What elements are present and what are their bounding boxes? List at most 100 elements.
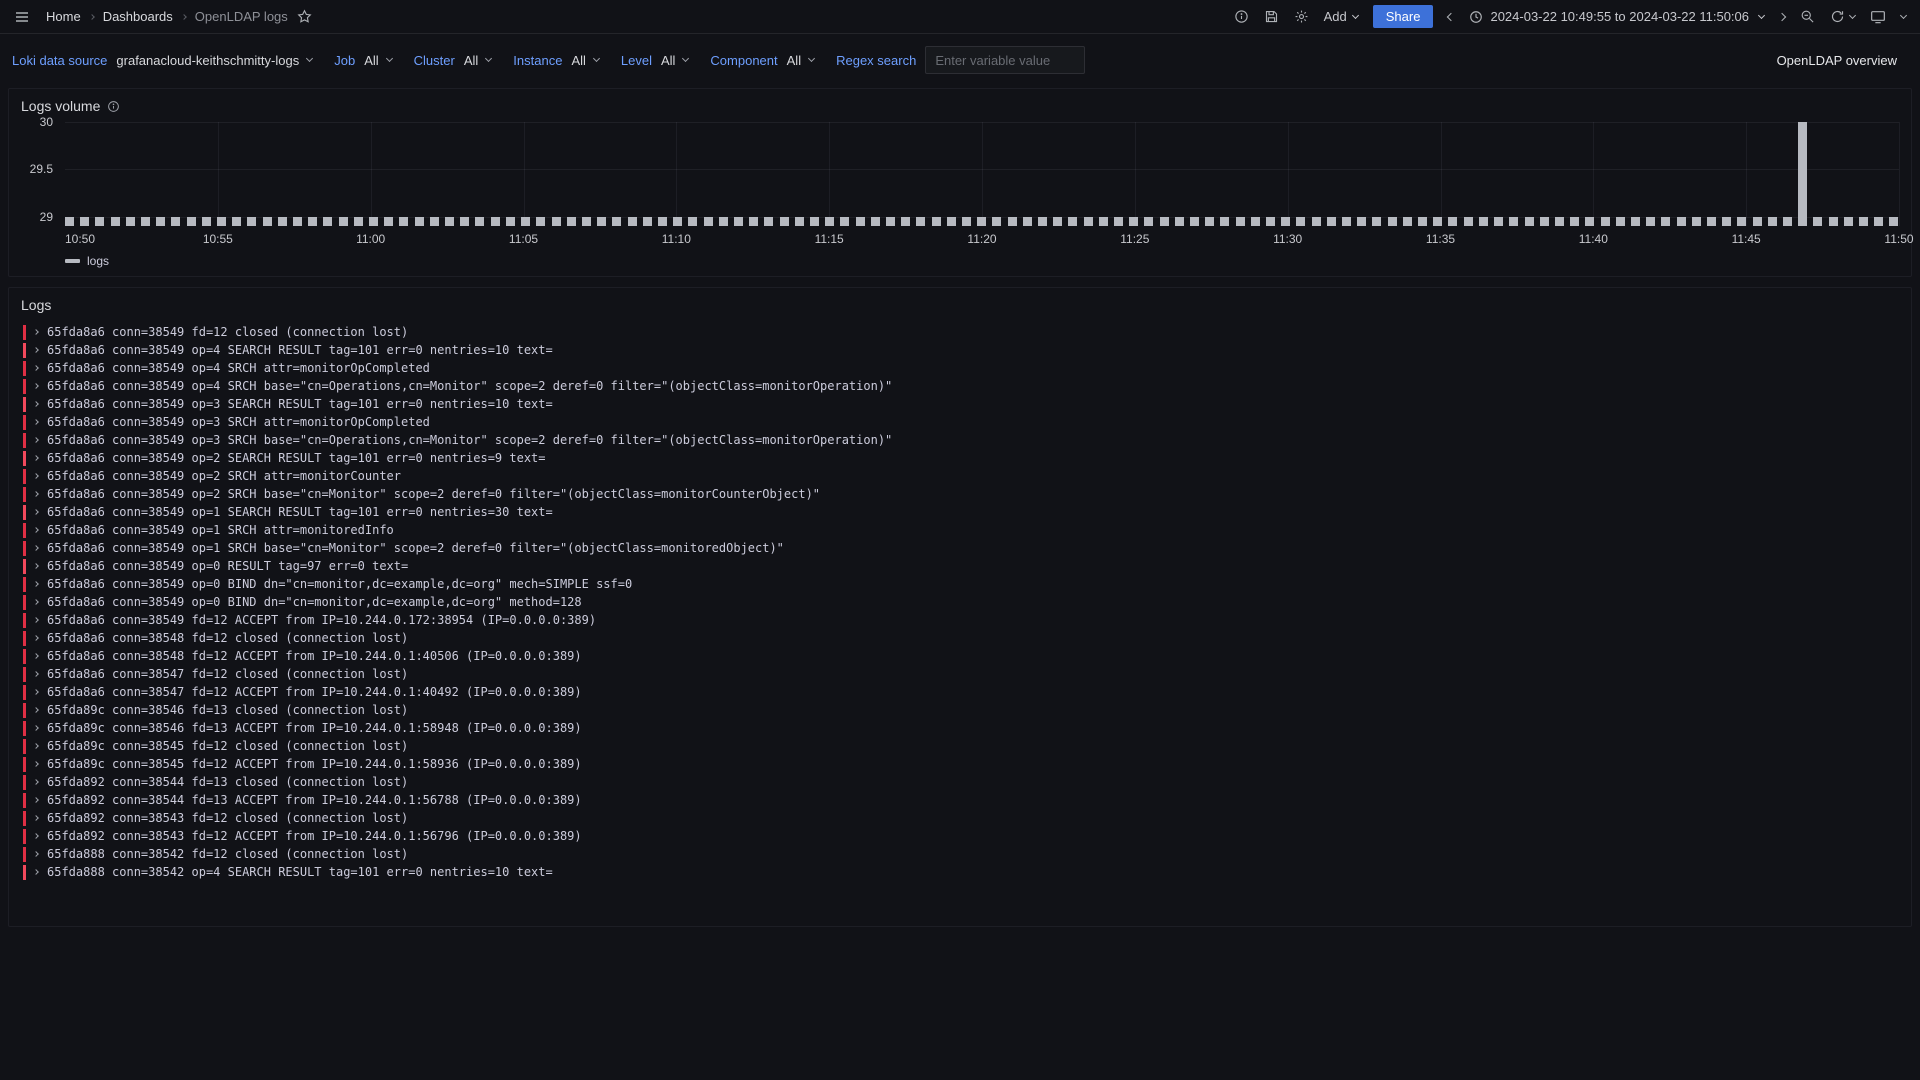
volume-bar[interactable]: [1479, 217, 1488, 226]
volume-bar[interactable]: [111, 217, 120, 226]
volume-bar[interactable]: [339, 217, 348, 226]
volume-bar[interactable]: [1220, 217, 1229, 226]
volume-bar[interactable]: [1357, 217, 1366, 226]
log-row[interactable]: 65fda8a6 conn=38549 fd=12 ACCEPT from IP…: [23, 611, 1899, 629]
volume-bar[interactable]: [567, 217, 576, 226]
volume-bar[interactable]: [1372, 217, 1381, 226]
volume-bar[interactable]: [1403, 217, 1412, 226]
volume-bar[interactable]: [856, 217, 865, 226]
volume-bar[interactable]: [187, 217, 196, 226]
variable-value-dropdown[interactable]: All: [464, 53, 491, 68]
time-shift-back-icon[interactable]: [1448, 14, 1454, 20]
volume-bar[interactable]: [1525, 217, 1534, 226]
breadcrumb-home[interactable]: Home: [46, 9, 81, 24]
logs-volume-panel-header[interactable]: Logs volume: [21, 96, 1899, 122]
variable-value-dropdown[interactable]: All: [364, 53, 391, 68]
volume-bar[interactable]: [1844, 217, 1853, 226]
share-button[interactable]: Share: [1373, 5, 1434, 28]
volume-bar[interactable]: [263, 217, 272, 226]
volume-bar[interactable]: [658, 217, 667, 226]
volume-bar[interactable]: [506, 217, 515, 226]
volume-bar[interactable]: [612, 217, 621, 226]
volume-bar[interactable]: [1114, 217, 1123, 226]
volume-bar[interactable]: [1601, 217, 1610, 226]
volume-bar[interactable]: [1570, 217, 1579, 226]
volume-bar[interactable]: [597, 217, 606, 226]
log-row[interactable]: 65fda89c conn=38546 fd=13 ACCEPT from IP…: [23, 719, 1899, 737]
volume-bar[interactable]: [491, 217, 500, 226]
volume-bar[interactable]: [552, 217, 561, 226]
refresh-interval-chevron-icon[interactable]: [1850, 16, 1855, 18]
log-row[interactable]: 65fda8a6 conn=38549 op=1 SRCH base="cn=M…: [23, 539, 1899, 557]
volume-bar[interactable]: [932, 217, 941, 226]
volume-bar[interactable]: [1753, 217, 1762, 226]
volume-bar[interactable]: [1281, 217, 1290, 226]
volume-bar[interactable]: [1540, 217, 1549, 226]
volume-bar[interactable]: [1388, 217, 1397, 226]
volume-bar[interactable]: [764, 217, 773, 226]
log-row[interactable]: 65fda892 conn=38544 fd=13 ACCEPT from IP…: [23, 791, 1899, 809]
volume-bar[interactable]: [1266, 217, 1275, 226]
refresh-icon[interactable]: [1830, 9, 1845, 24]
volume-bar[interactable]: [1160, 217, 1169, 226]
log-row[interactable]: 65fda8a6 conn=38549 op=3 SEARCH RESULT t…: [23, 395, 1899, 413]
volume-bar[interactable]: [1175, 217, 1184, 226]
volume-bar[interactable]: [1494, 217, 1503, 226]
volume-bar[interactable]: [1646, 217, 1655, 226]
volume-bar[interactable]: [1053, 217, 1062, 226]
volume-bar[interactable]: [1707, 217, 1716, 226]
volume-bar[interactable]: [536, 217, 545, 226]
volume-bar[interactable]: [962, 217, 971, 226]
volume-bar[interactable]: [886, 217, 895, 226]
volume-bar[interactable]: [1296, 217, 1305, 226]
volume-bar[interactable]: [673, 217, 682, 226]
zoom-out-icon[interactable]: [1800, 9, 1815, 24]
volume-bar[interactable]: [1616, 217, 1625, 226]
volume-bar[interactable]: [582, 217, 591, 226]
volume-bar[interactable]: [1023, 217, 1032, 226]
volume-bar[interactable]: [1889, 217, 1898, 226]
volume-bar[interactable]: [795, 217, 804, 226]
volume-bar[interactable]: [643, 217, 652, 226]
volume-bar[interactable]: [1312, 217, 1321, 226]
log-row[interactable]: 65fda8a6 conn=38548 fd=12 closed (connec…: [23, 629, 1899, 647]
volume-bar[interactable]: [323, 217, 332, 226]
volume-bar[interactable]: [1418, 217, 1427, 226]
log-row[interactable]: 65fda8a6 conn=38549 op=4 SRCH attr=monit…: [23, 359, 1899, 377]
log-row[interactable]: 65fda8a6 conn=38547 fd=12 ACCEPT from IP…: [23, 683, 1899, 701]
log-row[interactable]: 65fda8a6 conn=38549 op=2 SEARCH RESULT t…: [23, 449, 1899, 467]
log-row[interactable]: 65fda888 conn=38542 op=4 SEARCH RESULT t…: [23, 863, 1899, 881]
volume-bar[interactable]: [992, 217, 1001, 226]
volume-bar[interactable]: [1798, 122, 1807, 226]
variable-value-dropdown[interactable]: All: [661, 53, 688, 68]
volume-bar[interactable]: [445, 217, 454, 226]
logs-panel-header[interactable]: Logs: [21, 295, 1899, 321]
volume-bar[interactable]: [1555, 217, 1564, 226]
volume-bar[interactable]: [947, 217, 956, 226]
volume-bar[interactable]: [1677, 217, 1686, 226]
log-row[interactable]: 65fda89c conn=38546 fd=13 closed (connec…: [23, 701, 1899, 719]
volume-bar[interactable]: [1099, 217, 1108, 226]
volume-bar[interactable]: [1874, 217, 1883, 226]
volume-bar[interactable]: [247, 217, 256, 226]
log-row[interactable]: 65fda8a6 conn=38548 fd=12 ACCEPT from IP…: [23, 647, 1899, 665]
volume-bar[interactable]: [749, 217, 758, 226]
log-row[interactable]: 65fda888 conn=38542 fd=12 closed (connec…: [23, 845, 1899, 863]
volume-bar[interactable]: [1129, 217, 1138, 226]
log-row[interactable]: 65fda8a6 conn=38549 op=0 BIND dn="cn=mon…: [23, 575, 1899, 593]
volume-bar[interactable]: [840, 217, 849, 226]
volume-bar[interactable]: [901, 217, 910, 226]
volume-bar[interactable]: [1342, 217, 1351, 226]
log-row[interactable]: 65fda8a6 conn=38549 op=0 RESULT tag=97 e…: [23, 557, 1899, 575]
volume-bar[interactable]: [1327, 217, 1336, 226]
log-row[interactable]: 65fda892 conn=38543 fd=12 closed (connec…: [23, 809, 1899, 827]
log-row[interactable]: 65fda8a6 conn=38549 op=2 SRCH attr=monit…: [23, 467, 1899, 485]
volume-bar[interactable]: [810, 217, 819, 226]
log-row[interactable]: 65fda89c conn=38545 fd=12 closed (connec…: [23, 737, 1899, 755]
volume-bar[interactable]: [415, 217, 424, 226]
log-row[interactable]: 65fda8a6 conn=38549 op=2 SRCH base="cn=M…: [23, 485, 1899, 503]
log-row[interactable]: 65fda8a6 conn=38549 op=3 SRCH attr=monit…: [23, 413, 1899, 431]
volume-bar[interactable]: [1038, 217, 1047, 226]
kiosk-mode-monitor-icon[interactable]: [1870, 9, 1886, 25]
variable-value-dropdown[interactable]: All: [571, 53, 598, 68]
